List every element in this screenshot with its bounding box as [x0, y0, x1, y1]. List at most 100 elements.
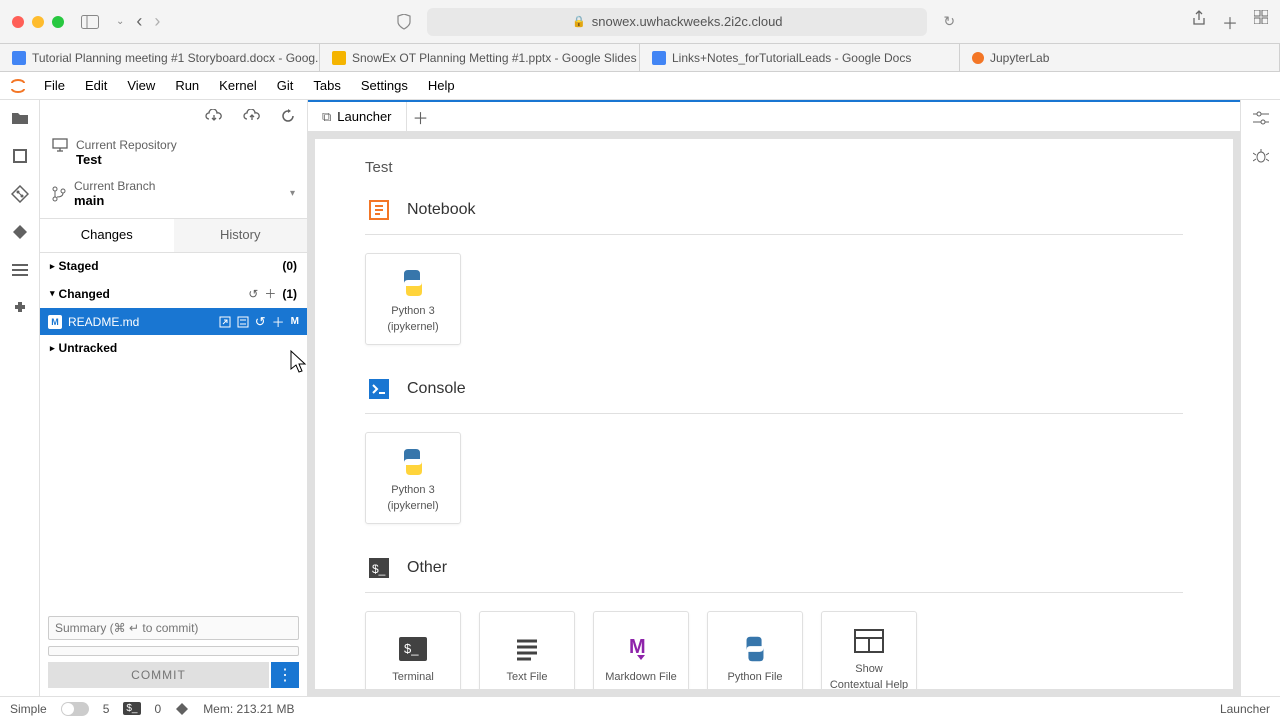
browser-chrome: ⌄ ‹ › 🔒 snowex.uwhackweeks.2i2c.cloud ↻ …: [0, 0, 1280, 44]
new-tab-plus-icon[interactable]: ＋: [1222, 10, 1238, 34]
open-file-icon[interactable]: [219, 316, 231, 328]
jupyter-icon: [972, 52, 984, 64]
maximize-window-icon[interactable]: [52, 16, 64, 28]
menu-git[interactable]: Git: [269, 76, 302, 95]
launcher-heading: Test: [365, 159, 1183, 176]
property-inspector-icon[interactable]: [1251, 108, 1271, 128]
git-tabs: Changes History: [40, 218, 307, 253]
python-icon: [737, 631, 773, 667]
commit-summary-input[interactable]: [48, 616, 299, 640]
refresh-icon[interactable]: [281, 109, 295, 123]
back-icon[interactable]: ‹: [136, 11, 142, 32]
changed-header[interactable]: ▾ Changed ↺ ＋ (1): [40, 279, 307, 308]
running-icon[interactable]: [10, 146, 30, 166]
status-bar: Simple 5 $_ 0 Mem: 213.21 MB Launcher: [0, 696, 1280, 720]
external-icon: ⧉: [322, 109, 331, 125]
toc-icon[interactable]: [10, 260, 30, 280]
stage-file-icon[interactable]: ＋: [272, 312, 285, 331]
menu-view[interactable]: View: [119, 76, 163, 95]
browser-tab-1[interactable]: SnowEx OT Planning Metting #1.pptx - Goo…: [320, 44, 640, 71]
extensions-icon[interactable]: [10, 298, 30, 318]
launcher-body: Test Notebook Python 3 (ipykernel) Conso…: [314, 138, 1234, 690]
terminal-card[interactable]: $_ Terminal: [365, 611, 461, 690]
share-icon[interactable]: [1192, 10, 1206, 34]
folder-icon[interactable]: [10, 108, 30, 128]
reload-icon[interactable]: ↻: [943, 13, 955, 30]
chevron-down-icon[interactable]: ⌄: [116, 16, 124, 27]
status-num2: 0: [155, 702, 162, 716]
chevron-down-icon: ▾: [50, 288, 55, 299]
new-tab-button[interactable]: ＋: [407, 102, 435, 131]
menu-help[interactable]: Help: [420, 76, 463, 95]
menu-edit[interactable]: Edit: [77, 76, 115, 95]
git-status-icon[interactable]: [175, 702, 189, 716]
menu-settings[interactable]: Settings: [353, 76, 416, 95]
cat-notebook-label: Notebook: [407, 201, 476, 219]
menu-tabs[interactable]: Tabs: [305, 76, 348, 95]
jupyter-logo-icon[interactable]: [8, 76, 28, 96]
menu-run[interactable]: Run: [167, 76, 207, 95]
repo-block[interactable]: Current Repository Test: [40, 132, 307, 173]
tab-changes[interactable]: Changes: [40, 219, 174, 252]
branch-name: main: [74, 193, 155, 208]
branch-row[interactable]: Current Branch main ▾: [40, 173, 307, 218]
textfile-card[interactable]: Text File: [479, 611, 575, 690]
debug-icon[interactable]: [1251, 146, 1271, 166]
discard-file-icon[interactable]: ↺: [255, 314, 266, 330]
repo-name: Test: [76, 152, 177, 167]
cloud-push-icon[interactable]: [243, 109, 261, 123]
console-python3-card[interactable]: Python 3 (ipykernel): [365, 432, 461, 524]
markdownfile-card[interactable]: M Markdown File: [593, 611, 689, 690]
staged-header[interactable]: ▸ Staged (0): [40, 253, 307, 279]
pythonfile-card[interactable]: Python File: [707, 611, 803, 690]
browser-tab-2[interactable]: Links+Notes_forTutorialLeads - Google Do…: [640, 44, 960, 71]
untracked-header[interactable]: ▸ Untracked: [40, 335, 307, 361]
python-icon: [395, 265, 431, 301]
contextualhelp-card[interactable]: Show Contextual Help: [821, 611, 917, 690]
forward-icon[interactable]: ›: [154, 11, 160, 32]
url-bar[interactable]: 🔒 snowex.uwhackweeks.2i2c.cloud: [427, 8, 927, 36]
cloud-pull-icon[interactable]: [205, 109, 223, 123]
commit-button[interactable]: COMMIT: [48, 662, 269, 688]
svg-text:$_: $_: [372, 562, 386, 576]
minimize-window-icon[interactable]: [32, 16, 44, 28]
shield-icon[interactable]: [397, 14, 411, 30]
simple-label: Simple: [10, 702, 47, 716]
chevron-right-icon: ▸: [50, 343, 55, 354]
status-right: Launcher: [1220, 702, 1270, 716]
slides-icon: [332, 51, 346, 65]
menu-kernel[interactable]: Kernel: [211, 76, 265, 95]
notebook-python3-card[interactable]: Python 3 (ipykernel): [365, 253, 461, 345]
diamond-icon[interactable]: [10, 222, 30, 242]
close-window-icon[interactable]: [12, 16, 24, 28]
url-text: snowex.uwhackweeks.2i2c.cloud: [592, 14, 783, 29]
terminal-count-icon[interactable]: $_: [123, 702, 140, 715]
commit-more-button[interactable]: ⋮: [271, 662, 299, 688]
git-panel: Current Repository Test Current Branch m…: [40, 100, 308, 696]
commit-area: COMMIT ⋮: [40, 608, 307, 696]
browser-tab-0[interactable]: Tutorial Planning meeting #1 Storyboard.…: [0, 44, 320, 71]
nav-arrows: ‹ ›: [136, 11, 160, 32]
changed-file-row[interactable]: M README.md ↺ ＋ M: [40, 308, 307, 335]
svg-text:$_: $_: [404, 641, 419, 656]
doc-tab-launcher[interactable]: ⧉ Launcher: [308, 102, 407, 131]
sidebar-toggle-icon[interactable]: [76, 12, 104, 32]
discard-icon[interactable]: ↺: [248, 287, 258, 301]
git-rail-icon[interactable]: [10, 184, 30, 204]
simple-toggle[interactable]: [61, 702, 89, 716]
doc-tabs: ⧉ Launcher ＋: [308, 100, 1240, 132]
terminal-icon: $_: [395, 631, 431, 667]
cat-console-label: Console: [407, 380, 466, 398]
chevron-down-icon[interactable]: ▾: [290, 188, 295, 199]
menu-file[interactable]: File: [36, 76, 73, 95]
left-rail: [0, 100, 40, 696]
tab-overview-icon[interactable]: [1254, 10, 1268, 34]
diff-icon[interactable]: [237, 316, 249, 328]
stage-all-icon[interactable]: ＋: [264, 285, 276, 302]
commit-description-input[interactable]: [48, 646, 299, 656]
repo-label: Current Repository: [76, 138, 177, 152]
tab-history[interactable]: History: [174, 219, 308, 252]
browser-tab-3[interactable]: JupyterLab: [960, 44, 1280, 71]
chevron-right-icon: ▸: [50, 261, 55, 272]
svg-text:M: M: [629, 636, 646, 658]
